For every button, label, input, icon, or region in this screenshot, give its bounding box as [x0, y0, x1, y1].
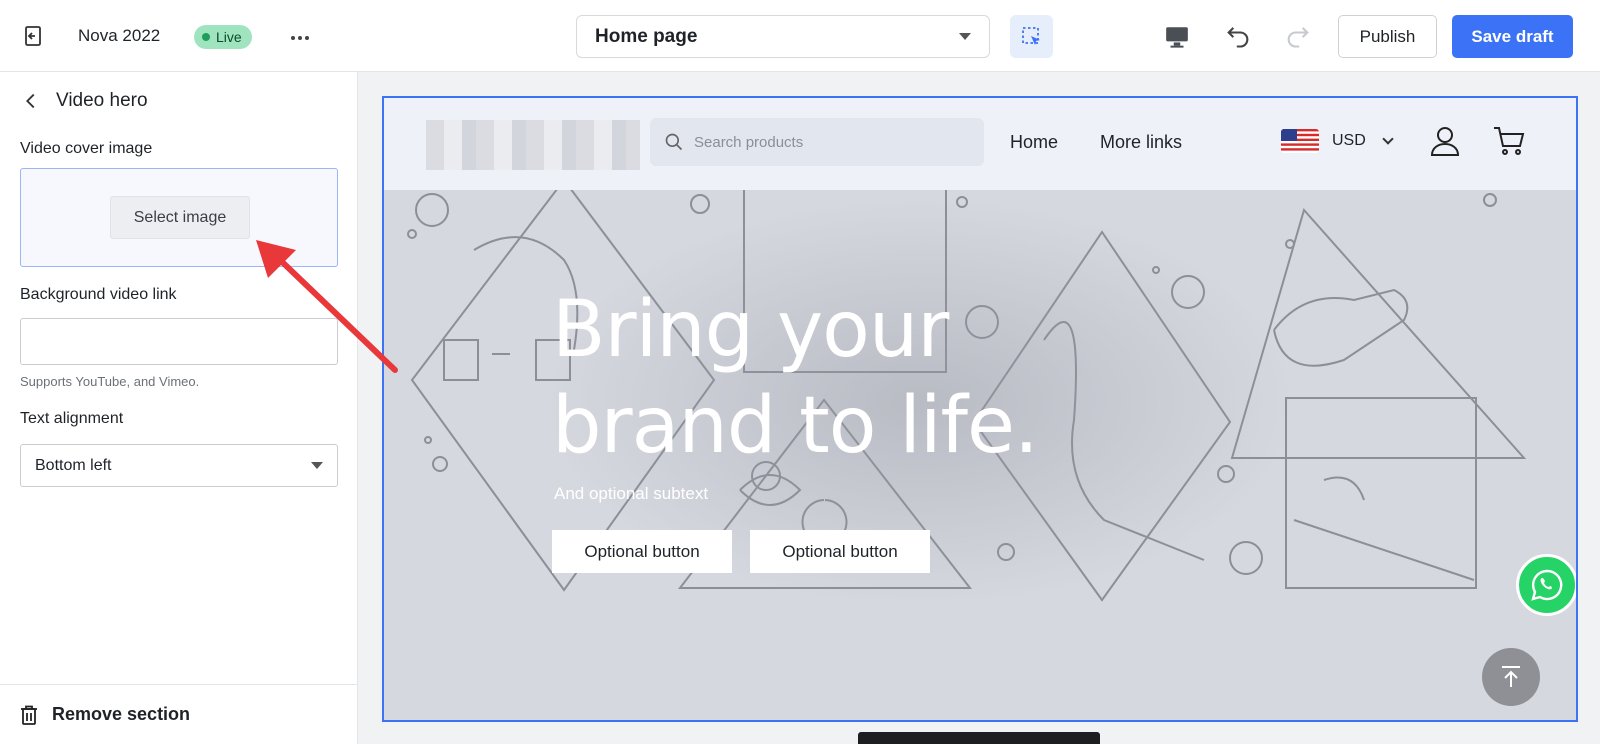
search-icon [665, 133, 683, 151]
store-logo[interactable] [426, 120, 640, 170]
whatsapp-icon [1531, 569, 1563, 601]
user-account-icon[interactable] [1428, 124, 1462, 158]
currency-selector[interactable]: USD [1332, 132, 1394, 150]
search-placeholder: Search products [694, 133, 804, 151]
back-to-top-button[interactable] [1482, 648, 1540, 706]
page-selector-value: Home page [595, 25, 698, 47]
back-chevron-icon[interactable] [20, 90, 42, 112]
hero-heading-line1: Bring your [552, 285, 949, 375]
live-status-badge: Live [194, 25, 252, 49]
top-bar: Nova 2022 Live Home page Publish Save dr… [0, 0, 1600, 72]
select-cursor-icon [1021, 26, 1040, 45]
caret-down-icon [959, 33, 971, 40]
live-dot-icon [202, 33, 210, 41]
store-name: Nova 2022 [78, 26, 161, 45]
trash-icon [21, 705, 37, 725]
remove-section-label: Remove section [52, 704, 191, 724]
hero-optional-button-2[interactable]: Optional button [750, 530, 930, 573]
storefront-header: Search products Home More links USD [384, 98, 1576, 190]
cover-image-dropzone[interactable]: Select image [20, 168, 338, 267]
text-alignment-value: Bottom left [35, 456, 112, 474]
save-draft-button[interactable]: Save draft [1452, 15, 1573, 58]
video-link-label: Background video link [20, 286, 177, 303]
desktop-view-icon[interactable] [1164, 24, 1190, 50]
hero-heading: Bring your brand to life. [552, 282, 1039, 474]
whatsapp-chat-button[interactable] [1516, 554, 1576, 616]
nav-link-home[interactable]: Home [1010, 132, 1058, 153]
settings-sidebar: Video hero Video cover image Select imag… [0, 72, 358, 744]
search-bar[interactable]: Search products [650, 118, 984, 166]
shopping-cart-icon[interactable] [1492, 124, 1526, 158]
redo-icon[interactable] [1284, 22, 1312, 50]
hero-heading-line2: brand to life. [552, 381, 1039, 471]
chevron-down-icon [1382, 133, 1394, 145]
remove-section-button[interactable]: Remove section [0, 684, 358, 744]
preview-canvas[interactable]: Search products Home More links USD Brin… [382, 96, 1578, 722]
text-alignment-select[interactable]: Bottom left [20, 444, 338, 487]
currency-value: USD [1332, 132, 1366, 149]
video-link-help: Supports YouTube, and Vimeo. [20, 374, 200, 389]
undo-icon[interactable] [1224, 22, 1252, 50]
live-label: Live [216, 29, 242, 45]
video-link-input[interactable] [20, 318, 338, 365]
inspect-select-button[interactable] [1010, 15, 1053, 58]
page-selector-dropdown[interactable]: Home page [576, 15, 990, 58]
publish-button[interactable]: Publish [1338, 15, 1437, 58]
select-image-button[interactable]: Select image [110, 196, 250, 239]
hero-subtext: And optional subtext [554, 484, 709, 503]
more-options-icon[interactable] [288, 26, 312, 50]
caret-down-icon [311, 462, 323, 469]
arrow-up-icon [1502, 666, 1520, 687]
text-alignment-label: Text alignment [20, 410, 124, 427]
exit-icon[interactable] [22, 24, 46, 48]
cover-image-label: Video cover image [20, 140, 153, 157]
hero-optional-button-1[interactable]: Optional button [552, 530, 732, 573]
nav-link-more[interactable]: More links [1100, 132, 1182, 153]
preview-bottom-bar [858, 732, 1100, 744]
section-title: Video hero [56, 90, 148, 111]
us-flag-icon[interactable] [1281, 129, 1319, 153]
